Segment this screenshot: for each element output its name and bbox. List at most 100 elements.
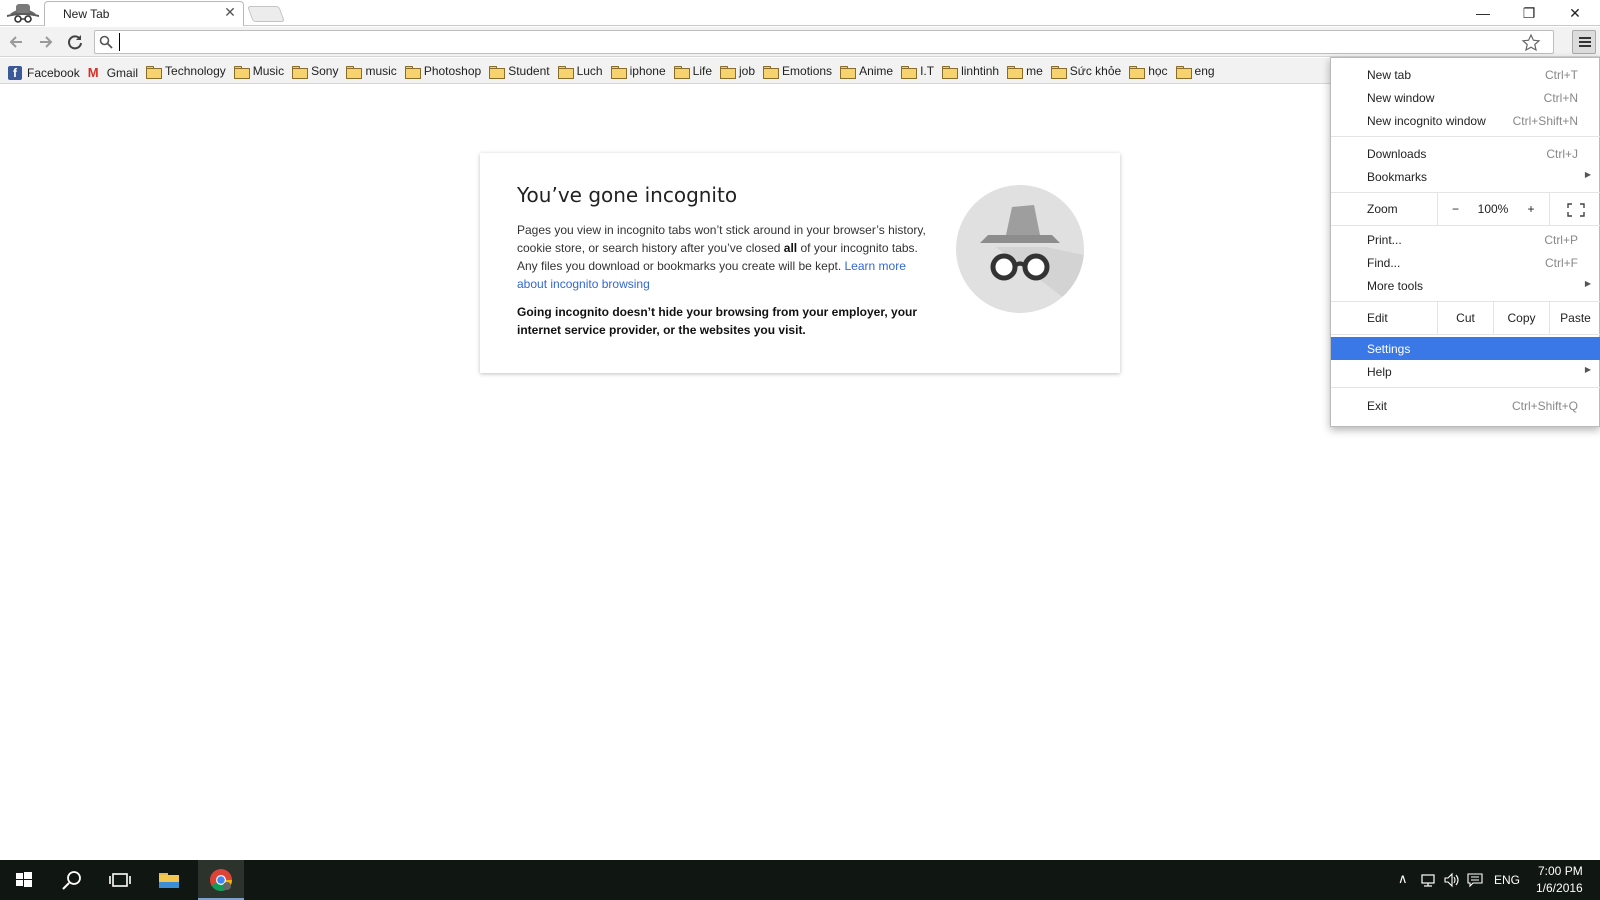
tab-title: New Tab <box>63 7 110 21</box>
reload-icon[interactable] <box>64 31 86 53</box>
bookmark-luch[interactable]: Luch <box>557 58 603 83</box>
search-icon[interactable] <box>58 866 86 894</box>
bookmark-gmail[interactable]: M Gmail <box>88 60 139 84</box>
folder-icon <box>901 65 918 79</box>
bookmark-me[interactable]: me <box>1007 58 1043 83</box>
close-window-button[interactable]: ✕ <box>1552 0 1598 26</box>
folder-icon <box>720 65 737 79</box>
menu-item-print[interactable]: Print... Ctrl+P <box>1331 228 1600 251</box>
clock-date[interactable]: 1/6/2016 <box>1536 881 1583 895</box>
cut-button[interactable]: Cut <box>1437 302 1493 334</box>
tray-chevron-icon[interactable]: ∧ <box>1398 871 1408 887</box>
zoom-row: Zoom − 100% + <box>1331 193 1600 225</box>
facebook-icon: f <box>8 65 22 80</box>
bookmark-label: học <box>1148 64 1168 78</box>
folder-icon <box>346 65 363 79</box>
minimize-button[interactable]: — <box>1460 0 1506 26</box>
folder-icon <box>673 65 690 79</box>
folder-icon <box>840 65 857 79</box>
tab-close-icon[interactable]: ✕ <box>223 4 237 20</box>
bookmark-label: Luch <box>576 64 603 78</box>
folder-icon <box>292 65 309 79</box>
bookmark-job[interactable]: job <box>720 58 756 83</box>
action-center-icon[interactable] <box>1467 872 1483 888</box>
paste-button[interactable]: Paste <box>1549 302 1600 334</box>
menu-item-new-window[interactable]: New window Ctrl+N <box>1331 86 1600 109</box>
bookmark-music[interactable]: music <box>346 58 397 83</box>
search-icon <box>99 35 113 49</box>
submenu-arrow-icon: ▶ <box>1584 170 1591 179</box>
bookmark-label: job <box>739 64 756 78</box>
file-explorer-icon[interactable] <box>155 866 183 894</box>
bookmark-life[interactable]: Life <box>673 58 713 83</box>
menu-item-help[interactable]: Help ▶ <box>1331 360 1600 383</box>
bookmark-label: Gmail <box>106 65 139 80</box>
menu-item-settings[interactable]: Settings <box>1331 337 1600 360</box>
bookmark-label: Life <box>692 64 713 78</box>
toolbar <box>0 27 1600 57</box>
bookmark-star-icon[interactable] <box>1521 33 1541 53</box>
folder-icon <box>557 65 574 79</box>
omnibox[interactable] <box>94 30 1554 54</box>
bookmark-eng[interactable]: eng <box>1175 58 1215 83</box>
title-bar: New Tab ✕ — ❐ ✕ <box>0 0 1600 26</box>
bookmark-s-c-kh-e[interactable]: Sức khỏe <box>1050 58 1121 83</box>
folder-icon <box>233 65 250 79</box>
menu-item-new-incognito-window[interactable]: New incognito window Ctrl+Shift+N <box>1331 109 1600 132</box>
bookmark-music[interactable]: Music <box>233 58 285 83</box>
bookmark-emotions[interactable]: Emotions <box>763 58 832 83</box>
bookmark-h-c[interactable]: học <box>1129 58 1168 83</box>
menu-item-more-tools[interactable]: More tools ▶ <box>1331 274 1600 297</box>
submenu-arrow-icon: ▶ <box>1584 365 1591 374</box>
bookmark-label: eng <box>1194 64 1215 78</box>
address-input[interactable] <box>119 33 1499 51</box>
forward-icon[interactable] <box>34 31 56 53</box>
menu-item-bookmarks[interactable]: Bookmarks ▶ <box>1331 165 1600 188</box>
language-indicator[interactable]: ENG <box>1494 873 1520 887</box>
bookmark-label: Anime <box>859 64 894 78</box>
menu-item-new-tab[interactable]: New tab Ctrl+T <box>1331 63 1600 86</box>
fullscreen-button[interactable] <box>1549 193 1600 225</box>
folder-icon <box>1007 65 1024 79</box>
zoom-in-button[interactable]: + <box>1513 193 1549 225</box>
bookmark-linhtinh[interactable]: linhtinh <box>942 58 1000 83</box>
task-view-icon[interactable] <box>106 866 134 894</box>
bookmark-anime[interactable]: Anime <box>840 58 894 83</box>
chrome-menu-button[interactable] <box>1572 30 1596 54</box>
bookmark-i-t[interactable]: I.T <box>901 58 935 83</box>
menu-item-downloads[interactable]: Downloads Ctrl+J <box>1331 142 1600 165</box>
bookmark-technology[interactable]: Technology <box>146 58 226 83</box>
tab-new-tab[interactable]: New Tab ✕ <box>44 1 244 26</box>
menu-item-exit[interactable]: Exit Ctrl+Shift+Q <box>1331 394 1600 417</box>
zoom-out-button[interactable]: − <box>1437 193 1473 225</box>
copy-button[interactable]: Copy <box>1493 302 1549 334</box>
folder-icon <box>1050 65 1067 79</box>
taskbar-chrome-active[interactable] <box>198 860 244 900</box>
bookmark-facebook[interactable]: f Facebook <box>8 60 80 84</box>
menu-item-find[interactable]: Find... Ctrl+F <box>1331 251 1600 274</box>
new-tab-button[interactable] <box>247 6 285 22</box>
windows-start-icon[interactable] <box>10 866 38 894</box>
volume-icon[interactable] <box>1443 872 1461 888</box>
folder-icon <box>146 65 163 79</box>
bookmark-label: iphone <box>629 64 666 78</box>
bookmark-student[interactable]: Student <box>489 58 550 83</box>
folder-icon <box>610 65 627 79</box>
back-icon[interactable] <box>6 31 28 53</box>
bookmark-label: Music <box>252 64 285 78</box>
folder-icon <box>763 65 780 79</box>
network-icon[interactable] <box>1420 873 1436 887</box>
bookmark-photoshop[interactable]: Photoshop <box>404 58 481 83</box>
clock-time[interactable]: 7:00 PM <box>1538 864 1583 878</box>
bookmark-label: Technology <box>165 64 226 78</box>
bookmarks-bar: f Facebook M Gmail Technology Music Sony music P… <box>0 58 1330 84</box>
restore-button[interactable]: ❐ <box>1506 0 1552 26</box>
bookmark-label: linhtinh <box>961 64 1000 78</box>
hamburger-icon <box>1579 37 1591 39</box>
bookmark-iphone[interactable]: iphone <box>610 58 666 83</box>
incognito-avatar-icon <box>956 185 1084 313</box>
bookmark-label: me <box>1026 64 1043 78</box>
folder-icon <box>489 65 506 79</box>
bookmark-sony[interactable]: Sony <box>292 58 338 83</box>
bookmark-label: I.T <box>920 64 935 78</box>
